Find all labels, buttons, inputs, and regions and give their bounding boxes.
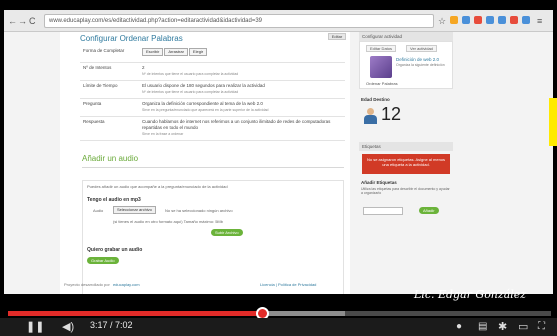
forward-icon[interactable]: → <box>18 16 27 26</box>
activity-card: Editar Datos Ver actividad Definición de… <box>359 41 453 89</box>
select-file-button[interactable]: Seleccionar archivo <box>113 206 156 214</box>
extension-icon[interactable] <box>510 16 518 24</box>
audio-label: Audio <box>93 208 104 213</box>
choose-option-button[interactable]: Elegir <box>188 48 208 56</box>
divider <box>82 167 344 168</box>
row-hint: Nº de intentos que tiene el usuario para… <box>142 72 239 76</box>
view-activity-button[interactable]: Ver actividad <box>406 45 437 52</box>
record-audio-button[interactable]: Grabar Audio <box>87 257 119 264</box>
browser-toolbar: ← → C www.educaplay.com/es/editactividad… <box>4 10 553 32</box>
extension-icon[interactable] <box>522 16 530 24</box>
settings-gear-icon[interactable]: ✱ <box>498 319 507 335</box>
age-value: 12 <box>381 104 402 124</box>
drag-option-button[interactable]: Arrastrar <box>164 48 188 56</box>
extension-icon[interactable] <box>498 16 506 24</box>
volume-icon[interactable]: ◀) <box>62 319 74 335</box>
row-value: Cuando hablamos de internet nos referimo… <box>142 119 342 137</box>
fullscreen-icon[interactable]: ⛶ <box>538 319 545 335</box>
config-row: Límite de Tiempo El usuario dispone de 1… <box>80 81 345 99</box>
row-hint: Sirve en la pregunta/enunciado que apare… <box>142 108 269 112</box>
edit-data-button[interactable]: Editar Datos <box>366 45 397 52</box>
theater-mode-icon[interactable]: ▭ <box>518 319 528 335</box>
no-file-text: No se ha seleccionado ningún archivo <box>165 208 233 213</box>
tags-alert: No se asignaron etiquetas. Asigne al men… <box>362 154 450 174</box>
tags-input[interactable] <box>363 207 403 215</box>
write-option-button[interactable]: Escribir <box>142 48 164 56</box>
row-label: Pregunta <box>83 101 102 106</box>
attempts-value[interactable]: 2 <box>142 65 145 70</box>
activity-subtitle: Organiza la siguiente definición <box>396 63 445 67</box>
config-header: Configurar actividad <box>359 32 453 41</box>
record-title: Quiero grabar un audio <box>87 247 143 253</box>
annotations-icon[interactable]: ● <box>456 319 462 335</box>
footer-legal-links[interactable]: Licencia | Política de Privacidad <box>260 282 316 287</box>
row-label: Nº de Intentos <box>83 65 112 70</box>
activity-thumbnail-icon <box>370 56 392 78</box>
extension-icon[interactable] <box>462 16 470 24</box>
page-title: Configurar Ordenar Palabras <box>80 34 183 43</box>
footer-text: Proyecto desarrollado por <box>64 282 110 287</box>
bookmark-star-icon[interactable]: ☆ <box>438 16 446 26</box>
question-value[interactable]: Organiza la definición correspondiente a… <box>142 101 263 106</box>
address-bar[interactable]: www.educaplay.com/es/editactividad.php?a… <box>44 14 434 28</box>
age-label: Edad Destino <box>361 97 390 102</box>
tags-header: Etiquetas <box>359 142 453 151</box>
time-limit-value[interactable]: El usuario dispone de 180 segundos para … <box>142 83 265 88</box>
audio-note: Puedes añadir un audio que acompañe a la… <box>87 184 228 189</box>
row-value: El usuario dispone de 180 segundos para … <box>142 83 342 95</box>
watermark-text: Lic. Edgar González <box>414 288 527 301</box>
extension-icon[interactable] <box>486 16 494 24</box>
add-tags-title: Añadir Etiquetas <box>361 180 397 185</box>
row-value: Organiza la definición correspondiente a… <box>142 101 342 113</box>
row-label: Respuesta <box>83 119 105 124</box>
player-controls <box>0 318 557 336</box>
duration: 7:02 <box>115 320 133 330</box>
time-display: 3:17 / 7:02 <box>90 320 133 330</box>
row-label: Límite de Tiempo <box>83 83 118 88</box>
file-limit-text: (si tienes el audio en otro formato aquí… <box>113 219 223 224</box>
reload-icon[interactable]: C <box>29 16 36 26</box>
row-value: 2 Nº de intentos que tiene el usuario pa… <box>142 65 342 77</box>
config-row: Nº de Intentos 2 Nº de intentos que tien… <box>80 63 345 81</box>
pause-icon[interactable]: ❚❚ <box>26 319 44 335</box>
extension-icon[interactable] <box>450 16 458 24</box>
main-content: Configurar Ordenar Palabras Editar Forma… <box>60 32 350 294</box>
config-row: Respuesta Cuando hablamos de internet no… <box>80 117 345 141</box>
audio-panel: Puedes añadir un audio que acompañe a la… <box>82 180 344 294</box>
extension-icon[interactable] <box>474 16 482 24</box>
add-tags-hint: Utiliza las etiquetas para describir el … <box>361 187 450 195</box>
config-row: Forma de Completar Escribir Arrastrar Eleg… <box>80 46 345 63</box>
edit-button[interactable]: Editar <box>328 33 346 40</box>
upload-file-button[interactable]: Subir Archivo <box>211 229 243 236</box>
mp3-title: Tengo el audio en mp3 <box>87 197 141 203</box>
web-page: Configurar Ordenar Palabras Editar Forma… <box>4 32 553 294</box>
back-icon[interactable]: ← <box>8 16 17 26</box>
progress-bar[interactable] <box>8 311 551 316</box>
captions-icon[interactable]: ▤ <box>478 319 487 335</box>
buffered-bar <box>261 311 345 316</box>
footer-link[interactable]: educaplay.com <box>113 282 140 287</box>
played-bar <box>8 311 262 316</box>
audio-section-title: Añadir un audio <box>82 154 139 163</box>
menu-icon[interactable]: ≡ <box>537 16 542 26</box>
user-avatar-icon <box>363 108 377 124</box>
format-buttons: Escribir Arrastrar Elegir <box>142 48 342 56</box>
current-time: 3:17 <box>90 320 108 330</box>
footer: Proyecto desarrollado por educaplay.com … <box>64 282 354 292</box>
answer-value[interactable]: Cuando hablamos de internet nos referimo… <box>142 119 330 130</box>
row-label: Forma de Completar <box>83 48 125 53</box>
activity-type: Ordenar Palabras <box>366 81 398 86</box>
add-tags-button[interactable]: Añadir <box>419 207 439 214</box>
activity-title[interactable]: Definición de web 2.0 <box>396 57 439 62</box>
row-hint: Sirve en la frase a ordenar <box>142 132 184 136</box>
video-frame: ← → C www.educaplay.com/es/editactividad… <box>0 0 557 336</box>
config-row: Pregunta Organiza la definición correspo… <box>80 99 345 117</box>
feedback-tab[interactable] <box>549 98 557 146</box>
row-hint: Nº de intentos que tiene el usuario para… <box>142 90 239 94</box>
